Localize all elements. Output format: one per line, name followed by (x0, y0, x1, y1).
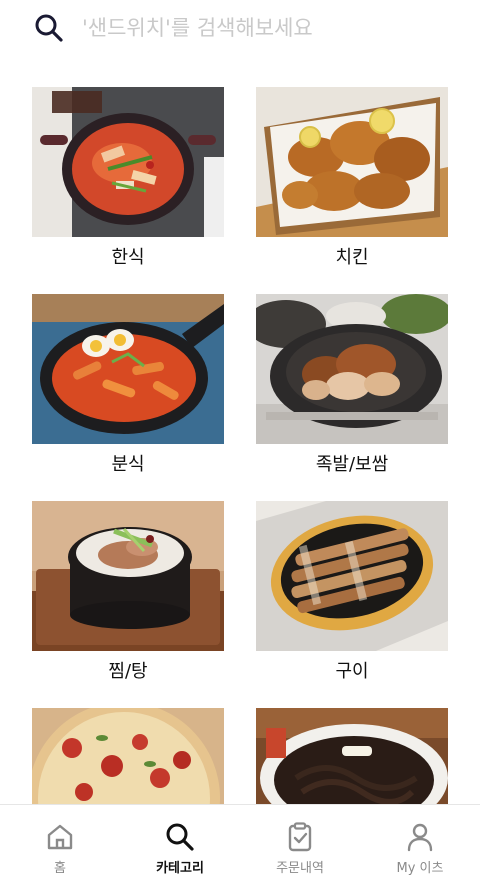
nav-home[interactable]: 홈 (0, 805, 120, 881)
category-image-bunsik (32, 294, 224, 444)
nav-label-home: 홈 (54, 861, 66, 876)
search-input[interactable] (82, 10, 462, 46)
category-gui[interactable]: 구이 (256, 501, 448, 685)
category-jjim-tang[interactable]: 찜/탕 (32, 501, 224, 685)
nav-label-orders: 주문내역 (276, 861, 324, 876)
category-bunsik[interactable]: 분식 (32, 294, 224, 478)
search-bar (0, 0, 480, 58)
category-label: 치킨 (335, 247, 369, 268)
nav-label-category: 카테고리 (156, 861, 204, 876)
category-grid: 한식 치킨 분식 족발/보쌈 찜/탕 구이 (0, 58, 480, 804)
category-pizza[interactable] (32, 708, 224, 804)
home-icon (47, 824, 73, 850)
nav-orders[interactable]: 주문내역 (240, 805, 360, 881)
category-chicken[interactable]: 치킨 (256, 87, 448, 271)
bottom-nav: 홈 카테고리 주문내역 My 이츠 (0, 804, 480, 881)
category-image-jjim-tang (32, 501, 224, 651)
category-image-chicken (256, 87, 448, 237)
clipboard-check-icon (288, 822, 312, 852)
category-jokbal[interactable]: 족발/보쌈 (256, 294, 448, 478)
category-label: 한식 (111, 247, 145, 268)
nav-label-my-eats: My 이츠 (396, 861, 444, 876)
category-image-gui (256, 501, 448, 651)
nav-my-eats[interactable]: My 이츠 (360, 805, 480, 881)
search-icon (166, 823, 194, 851)
category-image-korean (32, 87, 224, 237)
category-label: 분식 (111, 454, 145, 475)
category-image-pizza (32, 708, 224, 804)
category-image-chinese (256, 708, 448, 804)
category-label: 찜/탕 (108, 661, 148, 682)
category-chinese[interactable] (256, 708, 448, 804)
category-korean[interactable]: 한식 (32, 87, 224, 271)
person-icon (407, 823, 433, 852)
nav-category[interactable]: 카테고리 (120, 805, 240, 881)
category-label: 구이 (335, 661, 369, 682)
search-icon[interactable] (33, 12, 65, 44)
category-image-jokbal (256, 294, 448, 444)
category-label: 족발/보쌈 (315, 454, 389, 475)
